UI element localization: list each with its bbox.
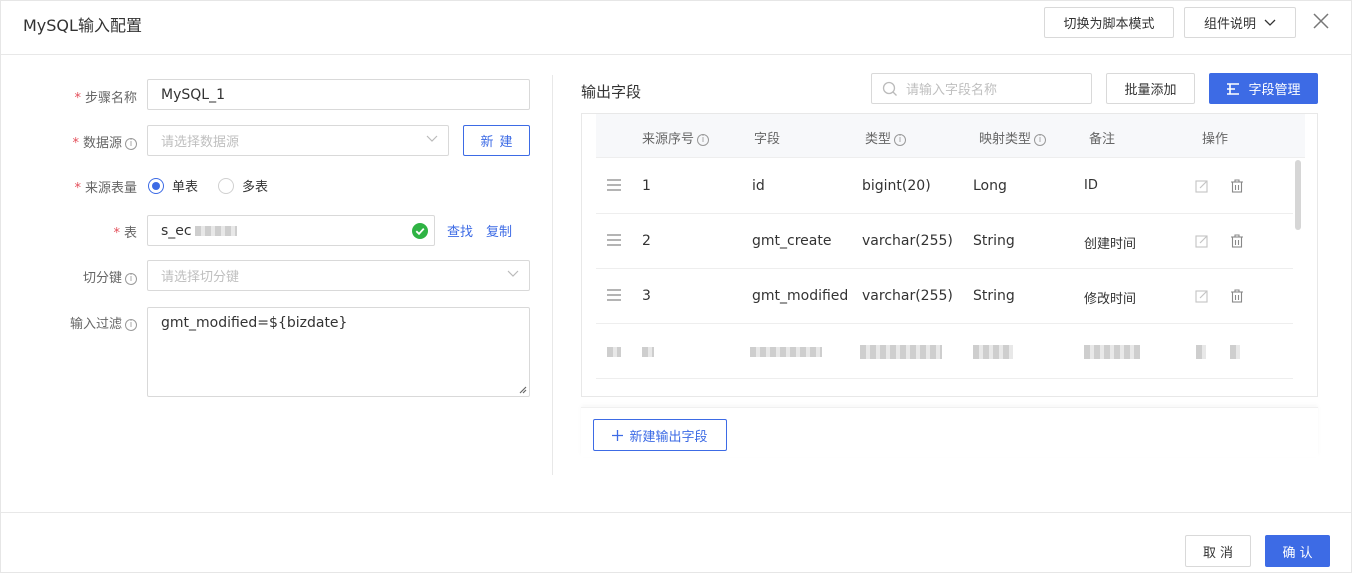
filter-label: 输入过滤 i (17, 313, 137, 332)
split-key-label: 切分键 i (17, 267, 137, 286)
info-icon: i (125, 319, 137, 331)
split-key-select[interactable]: 请选择切分键 (147, 260, 530, 291)
edit-icon[interactable] (1195, 179, 1209, 193)
table-row-blurred (596, 324, 1293, 379)
field-search-input[interactable]: 请输入字段名称 (871, 73, 1092, 104)
drag-handle-icon[interactable] (607, 179, 621, 191)
chevron-down-icon (426, 135, 438, 142)
table-input[interactable]: s_ec (147, 215, 435, 246)
step-name-input[interactable]: MySQL_1 (147, 79, 530, 110)
column-header-note: 备注 (1089, 132, 1116, 147)
cell-field: gmt_create (752, 233, 832, 249)
drag-handle-icon[interactable] (607, 234, 621, 246)
table-row: 1 id bigint(20) Long ID (596, 159, 1293, 214)
cell-map-type: String (973, 288, 1015, 304)
filter-textarea[interactable]: gmt_modified=${bizdate} (147, 307, 530, 397)
cell-type: varchar(255) (862, 233, 953, 249)
chevron-down-icon (507, 270, 519, 277)
output-fields-table: 来源序号 i 字段 类型 i 映射类型 i 备注 操作 1 id bigint(20)… (581, 113, 1318, 397)
mysql-input-config-dialog: MySQL输入配置 切换为脚本模式 组件说明 * 步骤名称 MySQL_1 * 数据… (0, 0, 1352, 573)
check-circle-icon (412, 223, 428, 239)
cell-seq: 1 (642, 178, 651, 194)
blurred-text (1230, 345, 1240, 359)
table-header: 来源序号 i 字段 类型 i 映射类型 i 备注 操作 (596, 114, 1305, 158)
blurred-text (607, 347, 621, 357)
drag-handle-icon[interactable] (607, 289, 621, 301)
cell-note: 创建时间 (1084, 237, 1137, 252)
column-header-action: 操作 (1202, 132, 1229, 147)
table-label: * 表 (113, 226, 137, 241)
new-datasource-button[interactable]: 新建 (463, 125, 530, 156)
new-output-field-button[interactable]: 新建输出字段 (593, 419, 727, 451)
cell-map-type: Long (973, 178, 1007, 194)
step-name-label: * 步骤名称 (74, 91, 137, 106)
cell-seq: 3 (642, 288, 651, 304)
field-list-icon (1227, 82, 1240, 95)
cell-type: bigint(20) (862, 178, 931, 194)
delete-icon[interactable] (1230, 234, 1244, 248)
search-icon (882, 81, 897, 96)
blurred-text (194, 225, 237, 236)
blurred-text (750, 347, 822, 357)
cell-field: gmt_modified (752, 288, 849, 304)
table-scrollbar[interactable] (1295, 160, 1301, 230)
blurred-text (642, 347, 654, 357)
column-header-map-type: 映射类型 i (979, 128, 1047, 147)
plus-icon (612, 429, 624, 441)
dialog-header: MySQL输入配置 切换为脚本模式 组件说明 (1, 1, 1351, 55)
radio-multi-table[interactable]: 多表 (218, 176, 268, 195)
datasource-label: * 数据源 i (17, 132, 137, 151)
cell-type: varchar(255) (862, 288, 953, 304)
cell-note: ID (1084, 178, 1098, 193)
info-icon: i (125, 273, 137, 285)
radio-checked-icon (148, 177, 164, 194)
cell-note: 修改时间 (1084, 292, 1137, 307)
edit-icon[interactable] (1195, 289, 1209, 303)
dialog-title: MySQL输入配置 (23, 16, 142, 35)
output-fields-title: 输出字段 (581, 83, 642, 101)
blurred-text (1196, 345, 1206, 359)
component-doc-button[interactable]: 组件说明 (1184, 7, 1296, 38)
field-manage-button[interactable]: 字段管理 (1209, 73, 1318, 104)
radio-unchecked-icon (218, 177, 234, 194)
batch-add-button[interactable]: 批量添加 (1106, 73, 1195, 104)
column-header-type: 类型 i (865, 128, 907, 147)
chevron-down-icon (1264, 19, 1276, 26)
cancel-button[interactable]: 取消 (1185, 535, 1251, 567)
footer-divider (1, 512, 1351, 513)
switch-script-mode-button[interactable]: 切换为脚本模式 (1044, 7, 1174, 38)
info-icon: i (894, 134, 907, 146)
radio-single-table[interactable]: 单表 (148, 176, 198, 195)
datasource-select[interactable]: 请选择数据源 (147, 125, 449, 156)
close-icon[interactable] (1310, 10, 1332, 32)
table-row: 3 gmt_modified varchar(255) String 修改时间 (596, 269, 1293, 324)
blurred-text (1084, 345, 1140, 359)
info-icon: i (1034, 134, 1047, 146)
source-table-count-label: * 来源表量 (74, 181, 137, 196)
cell-seq: 2 (642, 233, 651, 249)
info-icon: i (697, 134, 710, 146)
blurred-text (973, 345, 1013, 359)
blurred-text (860, 345, 942, 359)
table-row: 2 gmt_create varchar(255) String 创建时间 (596, 214, 1293, 269)
component-doc-label: 组件说明 (1203, 17, 1256, 32)
resize-handle-icon[interactable] (517, 384, 527, 394)
delete-icon[interactable] (1230, 179, 1244, 193)
edit-icon[interactable] (1195, 234, 1209, 248)
panel-divider (552, 75, 553, 475)
cell-field: id (752, 178, 765, 194)
cell-map-type: String (973, 233, 1015, 249)
info-icon: i (125, 138, 137, 150)
find-table-link[interactable]: 查找 (447, 221, 473, 240)
copy-table-link[interactable]: 复制 (486, 221, 512, 240)
confirm-button[interactable]: 确认 (1265, 535, 1330, 567)
column-header-seq: 来源序号 i (642, 128, 710, 147)
delete-icon[interactable] (1230, 289, 1244, 303)
column-header-field: 字段 (754, 132, 781, 147)
